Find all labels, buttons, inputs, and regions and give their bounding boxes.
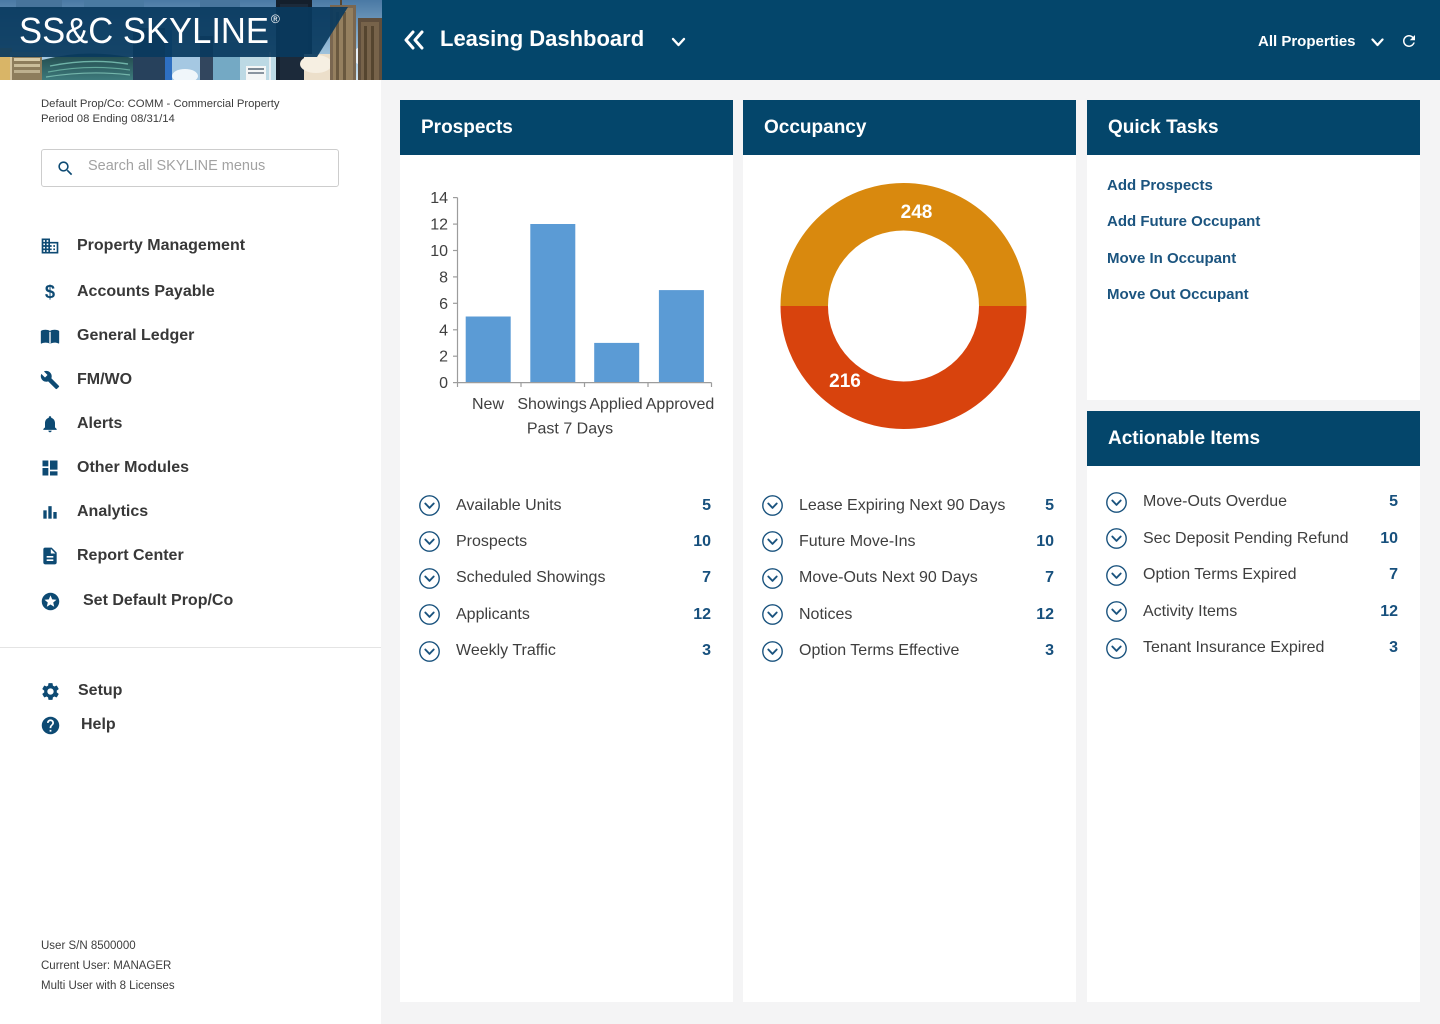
svg-text:8: 8 xyxy=(439,269,448,286)
svg-text:Past 7 Days: Past 7 Days xyxy=(527,421,613,438)
svg-text:Showings: Showings xyxy=(517,396,586,413)
svg-text:14: 14 xyxy=(430,190,448,207)
svg-text:SS&C SKYLINE: SS&C SKYLINE xyxy=(19,10,269,51)
svg-text:Approved: Approved xyxy=(646,396,715,413)
svg-text:4: 4 xyxy=(439,322,448,339)
svg-text:®: ® xyxy=(271,12,280,26)
svg-text:248: 248 xyxy=(901,202,933,223)
svg-text:12: 12 xyxy=(430,217,448,234)
svg-text:Applied: Applied xyxy=(589,396,642,413)
svg-text:2: 2 xyxy=(439,349,448,366)
svg-text:0: 0 xyxy=(439,375,448,392)
svg-text:216: 216 xyxy=(829,371,861,392)
svg-text:$: $ xyxy=(45,282,55,302)
svg-text:New: New xyxy=(472,396,504,413)
svg-text:6: 6 xyxy=(439,296,448,313)
svg-text:10: 10 xyxy=(430,243,448,260)
